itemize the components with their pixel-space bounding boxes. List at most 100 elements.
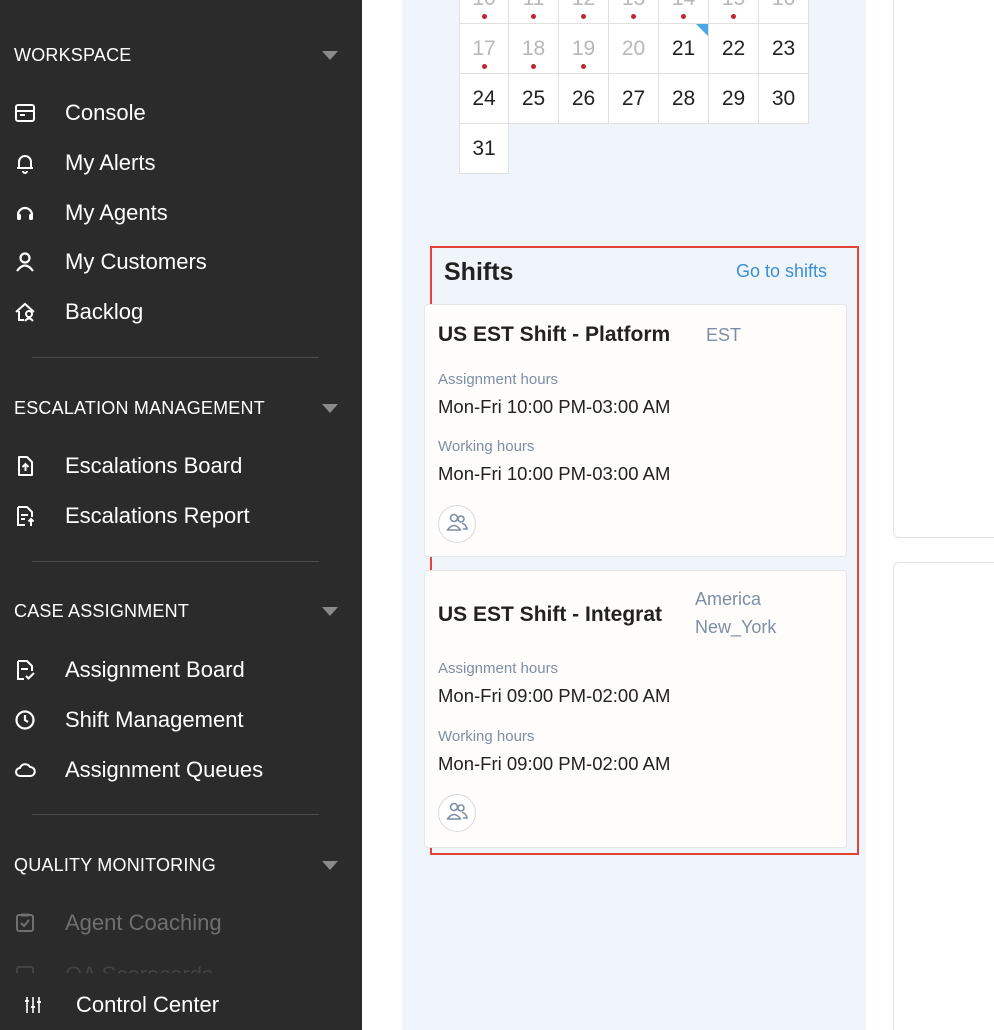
clock-icon [14, 709, 36, 731]
calendar-day[interactable]: 19 [559, 24, 609, 74]
users-icon [445, 800, 469, 827]
sidebar-item-backlog[interactable]: Backlog [14, 295, 352, 329]
calendar-day-number: 12 [572, 0, 595, 11]
shift-timezone: America New_York [695, 585, 776, 641]
calendar-day[interactable]: 22 [709, 24, 759, 74]
shift-card[interactable]: US EST Shift - Platform EST Assignment h… [424, 304, 847, 557]
divider [32, 357, 319, 358]
calendar-day[interactable]: 18 [509, 24, 559, 74]
calendar-day[interactable]: 23 [759, 24, 809, 74]
calendar-day-number: 13 [622, 0, 645, 11]
calendar-day[interactable]: 29 [709, 74, 759, 124]
assigned-agents-button[interactable] [438, 505, 476, 543]
chevron-down-icon [322, 50, 338, 60]
timezone-line: America [695, 589, 762, 609]
section-case-assignment-header[interactable]: CASE ASSIGNMENT [14, 599, 338, 623]
calendar-day[interactable]: 16 [759, 0, 809, 24]
dashboard-column: 10 11 12 13 14 15 16 17 18 19 20 21 22 23 24 25 26 27 28 29… [402, 0, 866, 1030]
shift-timezone: EST [706, 325, 742, 345]
calendar-day[interactable]: 28 [659, 74, 709, 124]
sidebar-item-my-agents[interactable]: My Agents [14, 196, 352, 230]
backlog-icon [14, 301, 36, 323]
calendar-day-number: 31 [472, 136, 496, 160]
sidebar-item-agent-coaching[interactable]: Agent Coaching [14, 906, 352, 940]
calendar-day-number: 19 [571, 36, 596, 60]
sidebar-item-assignment-board[interactable]: Assignment Board [14, 653, 352, 687]
calendar-day[interactable]: 25 [509, 74, 559, 124]
chevron-down-icon [322, 860, 338, 870]
calendar-day-number: 25 [521, 86, 546, 110]
sidebar-item-label: My Alerts [65, 150, 156, 175]
calendar-day[interactable]: 12 [559, 0, 609, 24]
calendar-grid: 10 11 12 13 14 15 16 17 18 19 20 21 22 23 24 25 26 27 28 29… [459, 0, 809, 174]
cloud-icon [14, 759, 36, 781]
section-workspace-header[interactable]: WORKSPACE [14, 43, 338, 67]
calendar-day-number: 17 [472, 36, 496, 60]
calendar-day[interactable]: 10 [459, 0, 509, 24]
right-panel-bottom [893, 562, 994, 1030]
calendar-day[interactable]: 27 [609, 74, 659, 124]
sidebar-item-qa-scorecards[interactable]: QA Scorecards [14, 958, 352, 987]
calendar-day[interactable]: 13 [609, 0, 659, 24]
section-title: ESCALATION MANAGEMENT [14, 397, 265, 418]
sidebar-item-label: QA Scorecards [65, 962, 213, 987]
calendar-day[interactable]: 20 [609, 24, 659, 74]
calendar-day-number: 30 [771, 86, 796, 110]
report-icon [14, 505, 36, 527]
event-dot [581, 64, 586, 69]
assigned-agents-button[interactable] [438, 794, 476, 832]
calendar-week-row: 31 [459, 124, 809, 174]
calendar-day[interactable]: 15 [709, 0, 759, 24]
sidebar-item-console[interactable]: Console [14, 96, 352, 130]
shift-card[interactable]: US EST Shift - Integrat America New_York… [424, 570, 847, 848]
assignment-hours-value: Mon-Fri 09:00 PM-02:00 AM [438, 685, 671, 706]
section-title: CASE ASSIGNMENT [14, 600, 190, 621]
event-dot [531, 14, 536, 19]
sidebar-item-shift-management[interactable]: Shift Management [14, 703, 352, 737]
sidebar-item-escalations-board[interactable]: Escalations Board [14, 449, 352, 483]
sidebar-item-label: Assignment Board [65, 657, 245, 682]
sidebar-item-label: My Agents [65, 200, 168, 225]
calendar-day-number: 29 [721, 86, 746, 110]
console-icon [14, 102, 36, 124]
sidebar-item-escalations-report[interactable]: Escalations Report [14, 499, 352, 533]
control-center-link[interactable]: Control Center [24, 988, 219, 1022]
calendar-day-number: 11 [523, 0, 545, 11]
user-icon [14, 251, 36, 273]
chevron-down-icon [322, 403, 338, 413]
sidebar-item-label: Escalations Report [65, 503, 250, 528]
scorecard-icon [14, 964, 36, 974]
section-quality-monitoring-header[interactable]: QUALITY MONITORING [14, 853, 338, 877]
assignment-hours-label: Assignment hours [438, 660, 559, 677]
divider [32, 814, 319, 815]
calendar-day-number: 23 [771, 36, 796, 60]
calendar-day[interactable]: 11 [509, 0, 559, 24]
calendar-day-number: 16 [772, 0, 795, 11]
sidebar-item-assignment-queues[interactable]: Assignment Queues [14, 753, 352, 787]
calendar-day[interactable]: 24 [459, 74, 509, 124]
calendar-day[interactable]: 21 [659, 24, 709, 74]
sidebar: WORKSPACE Console My Alerts My Agents My… [0, 0, 362, 1030]
calendar-day[interactable]: 17 [459, 24, 509, 74]
calendar-day-number: 15 [722, 0, 745, 11]
calendar-day[interactable]: 31 [459, 124, 509, 174]
calendar-week-row: 10 11 12 13 14 15 16 [459, 0, 809, 24]
calendar-day-number: 14 [672, 0, 695, 11]
calendar-day[interactable]: 30 [759, 74, 809, 124]
sidebar-item-my-customers[interactable]: My Customers [14, 245, 352, 279]
sidebar-item-label: Escalations Board [65, 453, 243, 478]
calendar-week-row: 17 18 19 20 21 22 23 [459, 24, 809, 74]
section-escalation-header[interactable]: ESCALATION MANAGEMENT [14, 396, 338, 420]
sidebar-item-label: Assignment Queues [65, 757, 264, 782]
calendar-day-number: 21 [671, 36, 696, 60]
shift-name: US EST Shift - Integrat [438, 603, 663, 626]
calendar-day-number: 20 [621, 36, 646, 60]
sidebar-item-my-alerts[interactable]: My Alerts [14, 146, 352, 180]
calendar-day-number: 28 [671, 86, 696, 110]
go-to-shifts-link[interactable]: Go to shifts [736, 261, 827, 282]
sidebar-item-label: Console [65, 100, 146, 125]
assignment-hours-value: Mon-Fri 10:00 PM-03:00 AM [438, 396, 671, 417]
section-title: QUALITY MONITORING [14, 854, 216, 875]
calendar-day[interactable]: 26 [559, 74, 609, 124]
calendar-day[interactable]: 14 [659, 0, 709, 24]
